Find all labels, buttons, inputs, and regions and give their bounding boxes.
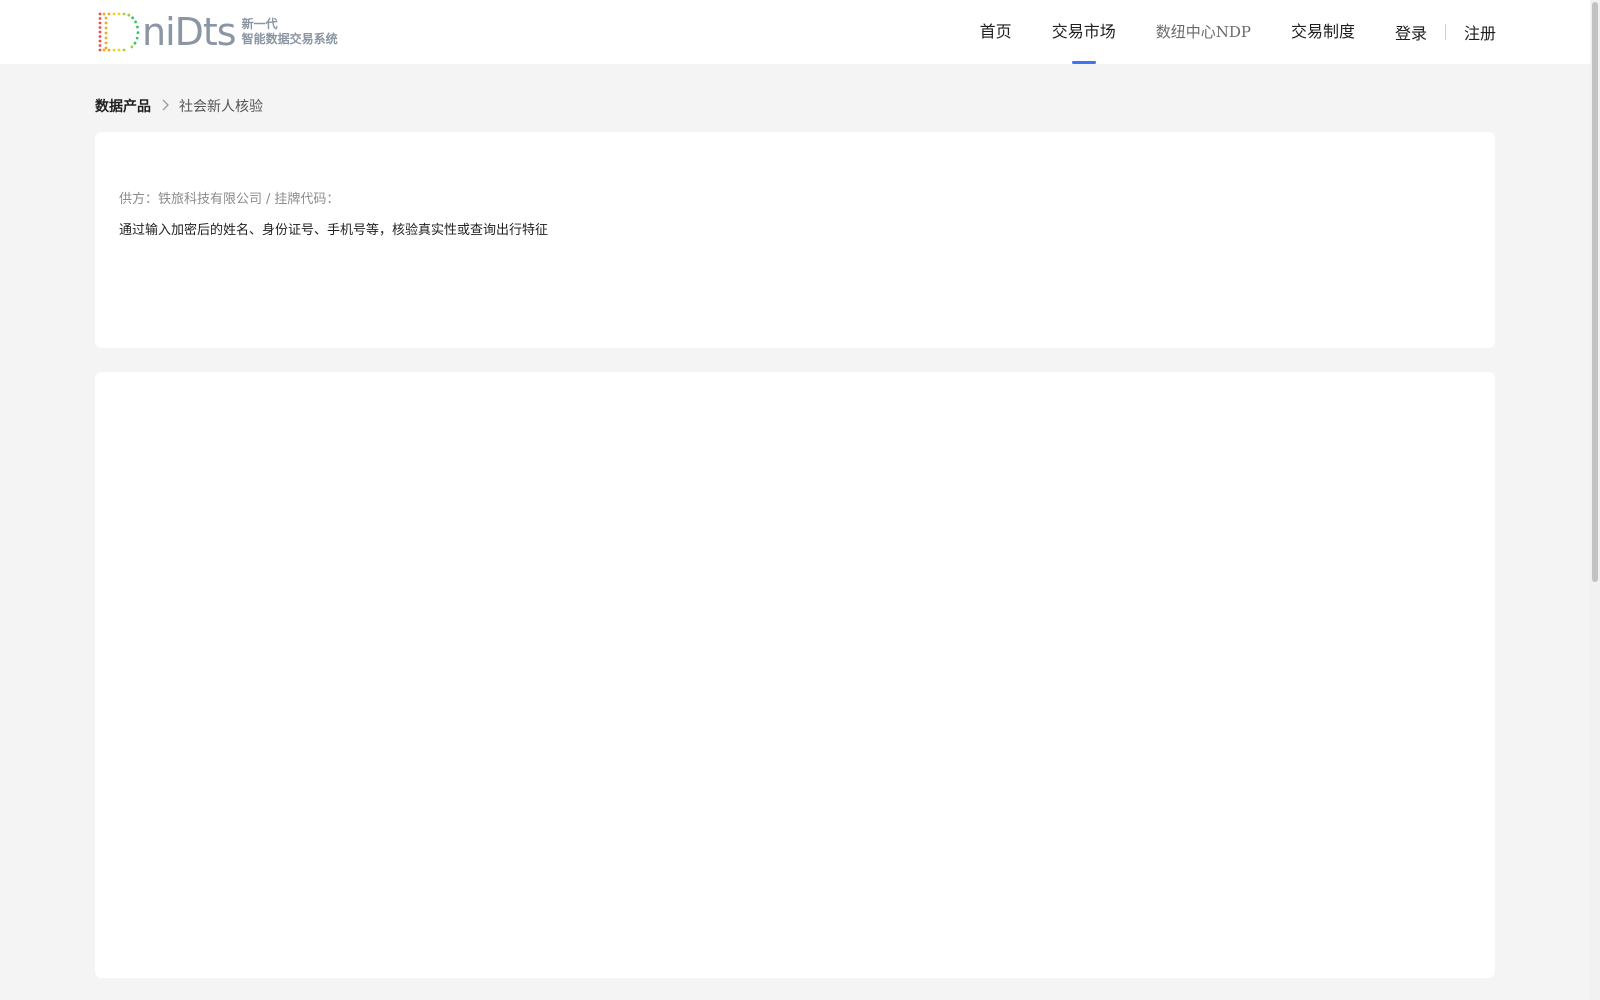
- auth-divider: [1444, 24, 1446, 40]
- logo-wordmark: niDts: [142, 10, 237, 54]
- register-link[interactable]: 注册: [1464, 20, 1496, 44]
- logo-subtitle-line1: 新一代: [241, 17, 278, 31]
- listing-code-label: 挂牌代码：: [274, 192, 340, 207]
- logo-d-icon: [98, 12, 140, 52]
- breadcrumb-root[interactable]: 数据产品: [95, 96, 151, 116]
- logo-subtitle-line2: 智能数据交易系统: [241, 32, 338, 46]
- supplier-prefix: 供方：: [119, 192, 159, 207]
- page-scrollbar[interactable]: [1590, 0, 1600, 1000]
- nav-home[interactable]: 首页: [980, 0, 1012, 64]
- nav-ndp-center[interactable]: 数纽中心NDP: [1156, 0, 1251, 64]
- scrollbar-thumb[interactable]: [1592, 2, 1598, 582]
- logo-subtitle: 新一代 智能数据交易系统: [242, 17, 338, 47]
- logo[interactable]: niDts 新一代 智能数据交易系统: [94, 10, 338, 54]
- auth-links: 登录 注册: [1395, 0, 1496, 64]
- product-description: 通过输入加密后的姓名、身份证号、手机号等，核验真实性或查询出行特征: [119, 223, 549, 238]
- product-info-card: 供方：铁旅科技有限公司 / 挂牌代码： 通过输入加密后的姓名、身份证号、手机号等，核…: [95, 132, 1495, 348]
- breadcrumb-current: 社会新人核验: [179, 99, 263, 115]
- nav-market[interactable]: 交易市场: [1052, 0, 1116, 64]
- supplier-separator: /: [266, 192, 271, 207]
- top-header: niDts 新一代 智能数据交易系统 首页 交易市场 数纽中心NDP 交易制度 …: [0, 0, 1600, 64]
- main-nav: 首页 交易市场 数纽中心NDP 交易制度 登录 注册: [940, 0, 1496, 64]
- nav-rules[interactable]: 交易制度: [1291, 0, 1355, 64]
- breadcrumb: 数据产品 社会新人核验: [95, 96, 263, 116]
- product-detail-panel: [95, 372, 1495, 978]
- login-link[interactable]: 登录: [1395, 20, 1427, 44]
- supplier-name: 铁旅科技有限公司: [158, 192, 263, 207]
- chevron-right-icon: [161, 99, 169, 114]
- supplier-line: 供方：铁旅科技有限公司 / 挂牌代码：: [119, 188, 339, 207]
